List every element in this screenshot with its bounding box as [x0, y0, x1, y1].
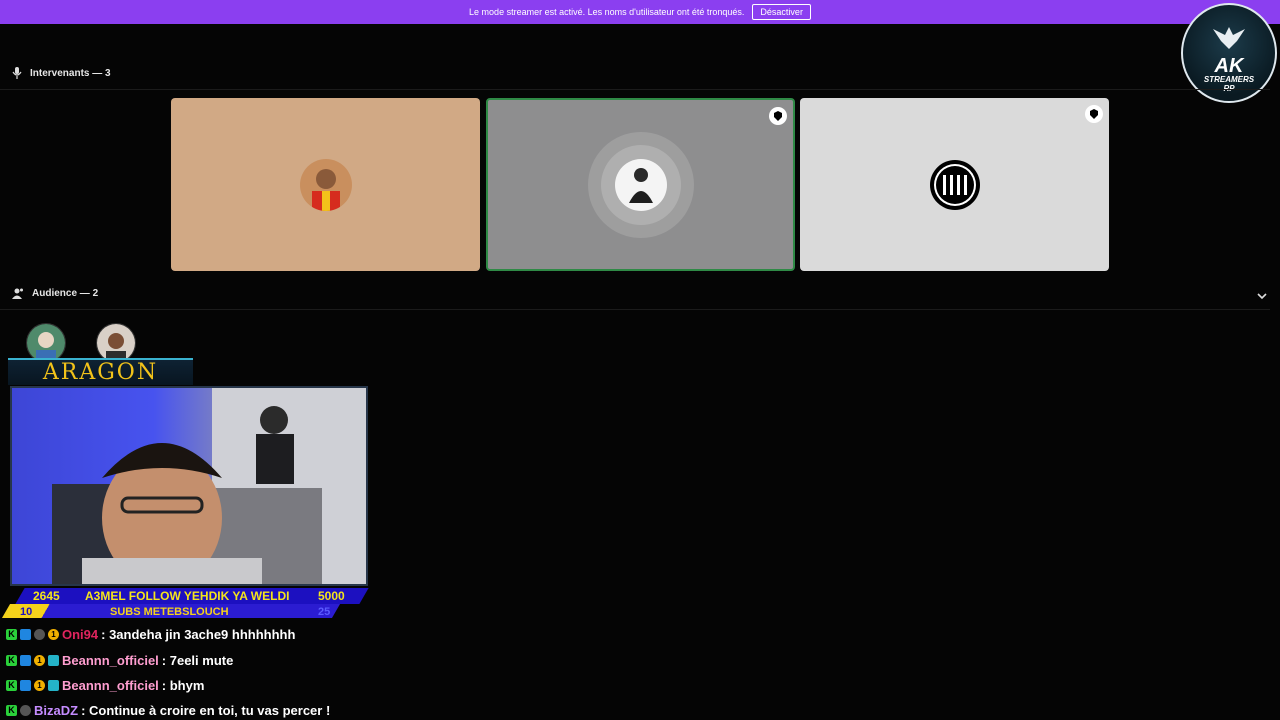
audience-avatar-1[interactable]: [26, 323, 66, 363]
moderator-badge-icon: [769, 107, 787, 125]
sub-right-value: 25: [318, 606, 331, 618]
chat-username: Beannn_officiel: [62, 653, 159, 668]
streamer-mode-banner: Le mode streamer est activé. Les noms d'…: [0, 0, 1280, 24]
streamer-name-plate: ARAGON: [8, 358, 193, 385]
kick-badge-icon: K: [6, 705, 17, 716]
collapse-audience-chevron-icon[interactable]: [1256, 288, 1268, 306]
sub-badge-icon: 1: [48, 629, 59, 640]
vip-badge-icon: [20, 655, 31, 666]
eagle-icon: [1213, 27, 1245, 49]
emote-badge-icon: [34, 629, 45, 640]
chat-username: Oni94: [62, 627, 99, 642]
speaker-tile-1[interactable]: [171, 98, 480, 271]
webcam-overlay: [10, 386, 368, 586]
audience-divider: [0, 309, 1270, 310]
ak-streamers-logo: AK STREAMERS RP: [1181, 3, 1277, 103]
disable-streamer-mode-button[interactable]: Désactiver: [752, 4, 811, 20]
chat-message: K 1 Beannn_officiel : 7eeli mute: [6, 653, 233, 668]
gift-badge-icon: [48, 680, 59, 691]
kick-badge-icon: K: [6, 655, 17, 666]
goal-message: A3MEL FOLLOW YEHDIK YA WELDI: [85, 589, 290, 603]
vip-badge-icon: [20, 629, 31, 640]
audience-count: Audience — 2: [32, 287, 99, 299]
chat-username: Beannn_officiel: [62, 678, 159, 693]
subscriber-goal-bar: 2645 A3MEL FOLLOW YEHDIK YA WELDI 5000 1…: [1, 588, 369, 620]
speakers-header: Intervenants — 3: [12, 67, 111, 79]
goal-right-value: 5000: [318, 589, 345, 603]
goal-left-value: 2645: [33, 589, 60, 603]
chat-text: : 3andeha jin 3ache9 hhhhhhhh: [101, 627, 296, 642]
logo-subtitle: STREAMERS: [1203, 75, 1255, 84]
speaker-avatar: [299, 158, 352, 211]
chat-text: : 7eeli mute: [161, 653, 234, 668]
chat-username: BizaDZ: [34, 703, 79, 718]
logo-title: AK: [1214, 55, 1244, 77]
moderator-badge-icon: [1085, 105, 1103, 123]
speaker-tile-3[interactable]: [800, 98, 1109, 271]
chat-text: : bhym: [161, 678, 205, 693]
sub-badge-icon: 1: [34, 680, 45, 691]
chat-message: K 1 Oni94 : 3andeha jin 3ache9 hhhhhhhh: [6, 627, 295, 642]
kick-badge-icon: K: [6, 680, 17, 691]
audience-avatar-2[interactable]: [96, 323, 136, 363]
chat-message: K BizaDZ : Continue à croire en toi, tu …: [6, 703, 330, 718]
sub-left-value: 10: [20, 606, 33, 618]
chat-message: K 1 Beannn_officiel : bhym: [6, 678, 204, 693]
kick-badge-icon: K: [6, 629, 17, 640]
chat-text: : Continue à croire en toi, tu vas perce…: [81, 703, 331, 718]
emote-badge-icon: [20, 705, 31, 716]
speaker-avatar: [614, 158, 667, 211]
sub-label: SUBS METEBSLOUCH: [110, 606, 229, 618]
microphone-icon: [12, 67, 22, 79]
sub-badge-icon: 1: [34, 655, 45, 666]
speaker-avatar: [929, 159, 981, 211]
speakers-divider: [0, 89, 1270, 90]
webcam-feed-image: [52, 388, 366, 584]
vip-badge-icon: [20, 680, 31, 691]
speaker-tile-2-speaking[interactable]: [486, 98, 795, 271]
audience-header: Audience — 2: [12, 287, 98, 299]
audience-icon: [12, 288, 23, 299]
gift-badge-icon: [48, 655, 59, 666]
speakers-count: Intervenants — 3: [30, 67, 111, 79]
banner-message: Le mode streamer est activé. Les noms d'…: [469, 7, 745, 17]
